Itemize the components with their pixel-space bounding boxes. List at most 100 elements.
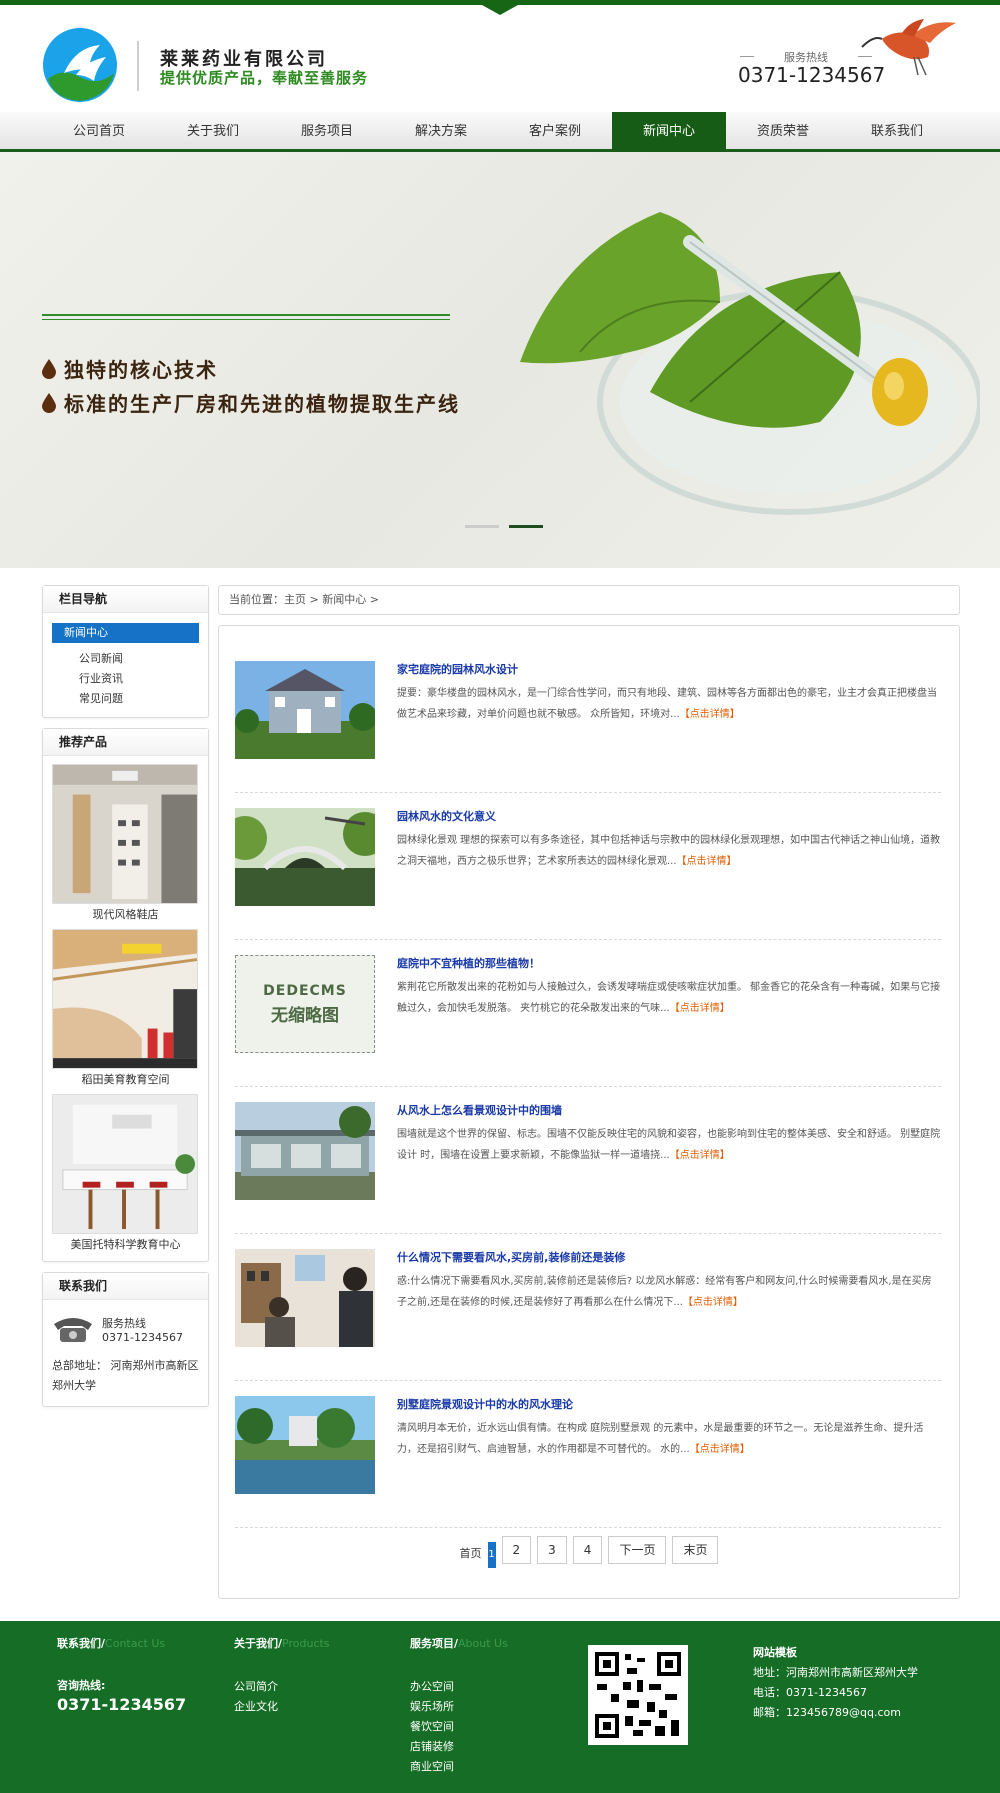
banner-decor-lines	[42, 314, 450, 323]
pager-first[interactable]: 首页	[460, 1539, 482, 1561]
news-summary: 园林绿化景观 理想的探索可以有多条途径，其中包括神话与宗教中的园林绿化景观理想，…	[397, 835, 941, 867]
footer-about-col: 关于我们/Products 公司简介 企业文化	[234, 1635, 330, 1717]
footer-hotline-number: 0371-1234567	[57, 1695, 187, 1714]
product-image-shoe-store[interactable]	[52, 764, 198, 904]
pager-next[interactable]: 下一页	[608, 1536, 667, 1564]
category-nav-title: 栏目导航	[43, 586, 208, 613]
hero-banner[interactable]: 独特的核心技术 标准的生产厂房和先进的植物提取生产线	[0, 152, 1000, 568]
read-more-link[interactable]: 【点击详情】	[683, 1297, 743, 1308]
contact-title: 联系我们	[43, 1273, 208, 1300]
footer-info-address: 地址：河南郑州市高新区郑州大学	[753, 1666, 918, 1679]
news-thumbnail-placeholder[interactable]: DEDECMS 无缩略图	[235, 955, 375, 1053]
category-item-industry[interactable]: 行业资讯	[43, 669, 208, 689]
category-nav-box: 栏目导航 新闻中心 公司新闻 行业资讯 常见问题	[42, 585, 209, 718]
footer-link-profile[interactable]: 公司简介	[234, 1677, 330, 1697]
page-content: 栏目导航 新闻中心 公司新闻 行业资讯 常见问题 推荐产品 现代风格鞋店 稻田美…	[0, 568, 1000, 1626]
news-summary: 围墙就是这个世界的保留、标志。围墙不仅能反映住宅的风貌和姿容，也能影响到住宅的整…	[397, 1129, 941, 1161]
banner-text-1: 独特的核心技术	[64, 358, 218, 382]
footer-services-head: 服务项目/About Us	[410, 1637, 508, 1650]
news-summary: 清风明月本无价，近水远山俱有情。在构成 庭院别墅景观 的元素中，水是最重要的环节…	[397, 1423, 924, 1455]
category-item-company-news[interactable]: 公司新闻	[43, 649, 208, 669]
footer-link-culture[interactable]: 企业文化	[234, 1697, 330, 1717]
product-item[interactable]: 美国托特科学教育中心	[52, 1094, 199, 1253]
company-slogan: 提供优质产品，奉献至善服务	[160, 69, 369, 87]
category-item-faq[interactable]: 常见问题	[43, 689, 208, 709]
site-header: 莱莱药业有限公司 提供优质产品，奉献至善服务 服务热线 0371-1234567	[0, 5, 1000, 112]
company-logo-icon[interactable]	[42, 27, 118, 103]
pager-page-2[interactable]: 2	[501, 1536, 532, 1564]
news-thumbnail-consultation[interactable]	[235, 1249, 375, 1347]
footer-site-info: 网站模板 地址：河南郑州市高新区郑州大学 电话：0371-1234567 邮箱：…	[753, 1643, 918, 1723]
product-image-education-space[interactable]	[52, 929, 198, 1069]
news-item: DEDECMS 无缩略图 庭院中不宜种植的那些植物！ 紫荆花它所散发出来的花粉如…	[235, 940, 941, 1087]
droplet-icon	[42, 358, 56, 379]
read-more-link[interactable]: 【点击详情】	[670, 1003, 730, 1014]
news-item: 别墅庭院景观设计中的水的风水理论 清风明月本无价，近水远山俱有情。在构成 庭院别…	[235, 1381, 941, 1528]
read-more-link[interactable]: 【点击详情】	[677, 856, 737, 867]
footer-link-entertainment[interactable]: 娱乐场所	[410, 1697, 508, 1717]
product-list: 现代风格鞋店 稻田美育教育空间 美国托特科学教育中心	[43, 756, 208, 1261]
footer-info-email: 邮箱：123456789@qq.com	[753, 1706, 901, 1719]
product-image-science-center[interactable]	[52, 1094, 198, 1234]
droplet-icon	[42, 392, 56, 413]
news-summary: 紫荆花它所散发出来的花粉如与人接触过久，会诱发哮喘症或使咳嗽症状加重。 郁金香它…	[397, 982, 941, 1014]
footer-link-store[interactable]: 店铺装修	[410, 1737, 508, 1757]
news-title[interactable]: 庭院中不宜种植的那些植物！	[397, 955, 941, 971]
product-item[interactable]: 稻田美育教育空间	[52, 929, 199, 1088]
contact-hotline-label: 服务热线	[102, 1316, 146, 1330]
nav-item-news[interactable]: 新闻中心	[612, 112, 726, 152]
news-title[interactable]: 家宅庭院的园林风水设计	[397, 661, 941, 677]
nav-item-solutions[interactable]: 解决方案	[384, 112, 498, 149]
read-more-link[interactable]: 【点击详情】	[680, 709, 740, 720]
pager-page-3[interactable]: 3	[537, 1536, 567, 1564]
news-thumbnail-garden-bridge[interactable]	[235, 808, 375, 906]
news-title[interactable]: 从风水上怎么看景观设计中的围墙	[397, 1102, 941, 1118]
product-caption: 现代风格鞋店	[92, 908, 159, 921]
breadcrumb: 当前位置：主页 > 新闻中心 >	[218, 585, 960, 615]
placeholder-text-2: 无缩略图	[271, 1005, 339, 1026]
banner-dot-2[interactable]	[509, 525, 543, 528]
product-caption: 稻田美育教育空间	[81, 1073, 170, 1086]
news-item: 什么情况下需要看风水,买房前,装修前还是装修 惑:什么情况下需要看风水,买房前,…	[235, 1234, 941, 1381]
news-item: 园林风水的文化意义 园林绿化景观 理想的探索可以有多条途径，其中包括神话与宗教中…	[235, 793, 941, 940]
read-more-link[interactable]: 【点击详情】	[690, 1444, 750, 1455]
banner-text-2: 标准的生产厂房和先进的植物提取生产线	[64, 392, 460, 416]
pager-current: 1	[487, 1542, 496, 1568]
news-title[interactable]: 什么情况下需要看风水,买房前,装修前还是装修	[397, 1249, 941, 1265]
category-list: 公司新闻 行业资讯 常见问题	[43, 649, 208, 717]
category-active-item[interactable]: 新闻中心	[52, 623, 199, 643]
footer-link-dining[interactable]: 餐饮空间	[410, 1717, 508, 1737]
news-item: 家宅庭院的园林风水设计 提要：豪华楼盘的园林风水，是一门综合性学问，而只有地段、…	[235, 646, 941, 793]
footer-link-office[interactable]: 办公空间	[410, 1677, 508, 1697]
placeholder-text-1: DEDECMS	[263, 982, 347, 999]
banner-line-2: 标准的生产厂房和先进的植物提取生产线	[42, 388, 460, 417]
news-thumbnail-wall[interactable]	[235, 1102, 375, 1200]
news-thumbnail-villa[interactable]	[235, 661, 375, 759]
product-item[interactable]: 现代风格鞋店	[52, 764, 199, 923]
nav-item-cases[interactable]: 客户案例	[498, 112, 612, 149]
news-title[interactable]: 别墅庭院景观设计中的水的风水理论	[397, 1396, 941, 1412]
banner-line-1: 独特的核心技术	[42, 354, 218, 383]
footer-info-phone: 电话：0371-1234567	[753, 1686, 867, 1699]
news-title[interactable]: 园林风水的文化意义	[397, 808, 941, 824]
nav-item-contact[interactable]: 联系我们	[840, 112, 954, 149]
footer-contact-col: 联系我们/Contact Us 咨询热线: 0371-1234567	[57, 1635, 186, 1714]
contact-box: 联系我们 服务热线 0371-1234567 总部地址： 河南郑州市高新区郑州大…	[42, 1272, 209, 1407]
footer-link-commercial[interactable]: 商业空间	[410, 1757, 508, 1777]
news-item: 从风水上怎么看景观设计中的围墙 围墙就是这个世界的保留、标志。围墙不仅能反映住宅…	[235, 1087, 941, 1234]
contact-hotline-row: 服务热线 0371-1234567	[52, 1314, 199, 1344]
ginkgo-dish-illustration	[520, 212, 980, 515]
nav-item-home[interactable]: 公司首页	[42, 112, 156, 149]
nav-item-about[interactable]: 关于我们	[156, 112, 270, 149]
nav-item-honors[interactable]: 资质荣誉	[726, 112, 840, 149]
product-caption: 美国托特科学教育中心	[70, 1238, 181, 1251]
pager-last[interactable]: 末页	[672, 1536, 719, 1564]
banner-dot-1[interactable]	[465, 525, 499, 528]
news-thumbnail-water-garden[interactable]	[235, 1396, 375, 1494]
logo-separator	[137, 41, 139, 91]
read-more-link[interactable]: 【点击详情】	[670, 1150, 730, 1161]
contact-hotline-number: 0371-1234567	[102, 1330, 183, 1344]
pager-page-4[interactable]: 4	[572, 1536, 603, 1564]
news-list: 家宅庭院的园林风水设计 提要：豪华楼盘的园林风水，是一门综合性学问，而只有地段、…	[218, 625, 960, 1599]
nav-item-services[interactable]: 服务项目	[270, 112, 384, 149]
